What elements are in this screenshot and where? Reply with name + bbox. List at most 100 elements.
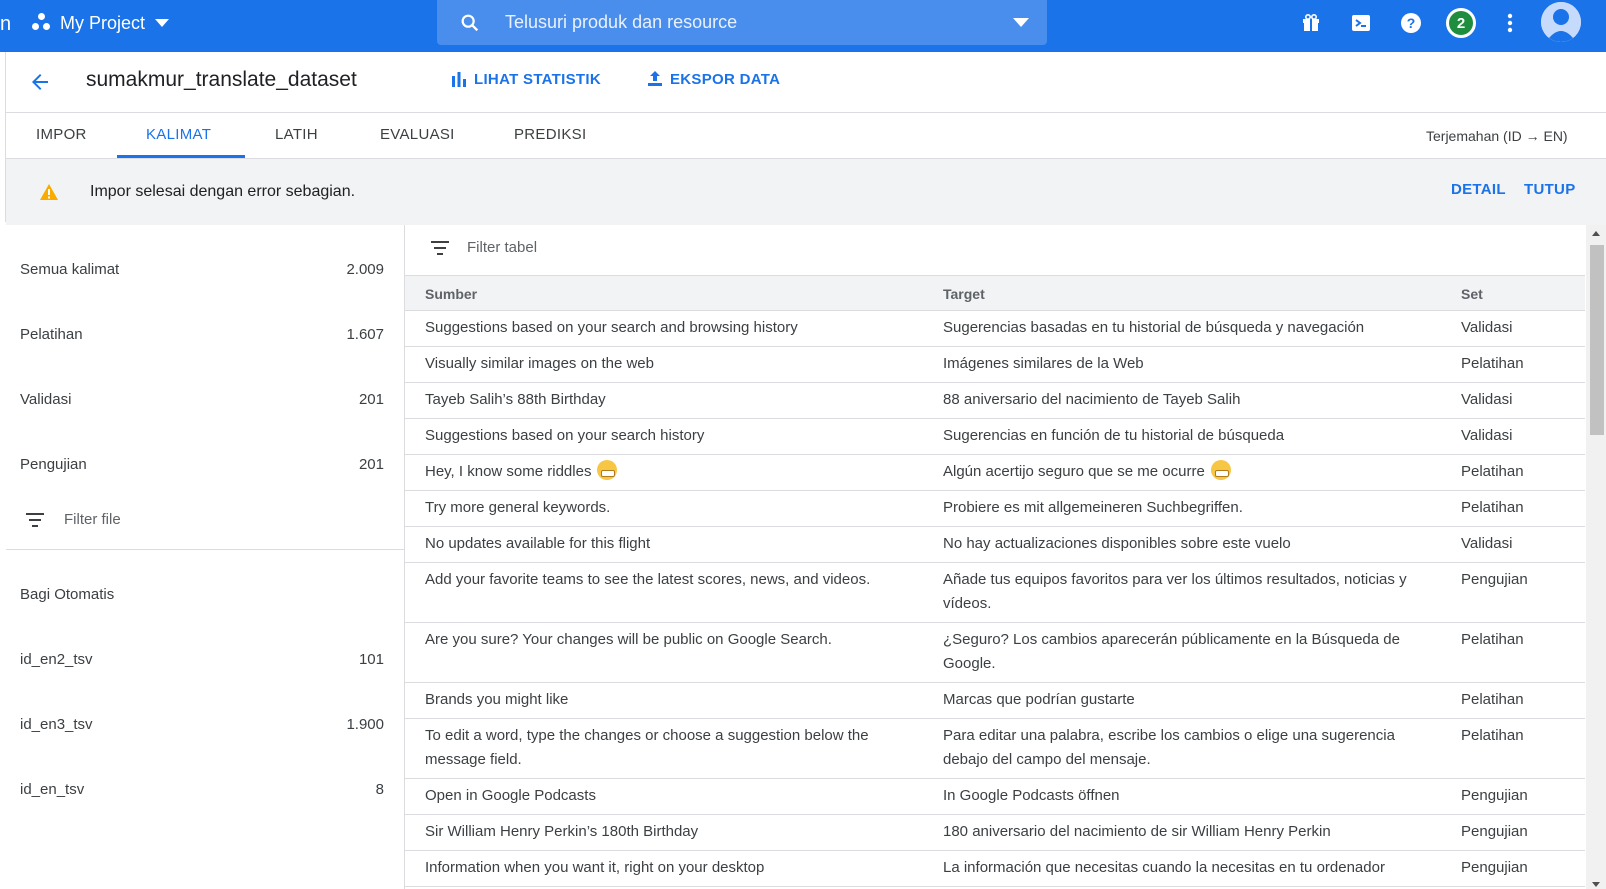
scroll-thumb[interactable] [1590,245,1604,435]
export-data-button[interactable]: EKSPOR DATA [646,70,780,88]
stat-testing[interactable]: Pengujian 201 [20,456,384,473]
bar-chart-icon [452,72,466,87]
cell-target: No hay actualizaciones disponibles sobre… [943,535,1291,552]
table-row[interactable]: Are you sure? Your changes will be publi… [405,623,1585,683]
table-row[interactable]: Information when you want it, right on y… [405,851,1585,887]
column-header-source[interactable]: Sumber [425,286,477,302]
scroll-up-icon[interactable] [1592,231,1600,236]
cloud-shell-icon[interactable] [1348,10,1374,36]
table-row[interactable]: Tayeb Salih’s 88th Birthday 88 aniversari… [405,383,1585,419]
file-value: 8 [375,781,384,798]
filter-icon [431,240,449,255]
chevron-down-icon [155,19,170,27]
cell-set: Pelatihan [1461,691,1524,708]
cell-target: Algún acertijo seguro que se me ocurre [943,460,1443,484]
column-header-target[interactable]: Target [943,286,985,302]
stat-value: 2.009 [346,261,384,278]
scrollbar[interactable] [1586,225,1606,889]
file-item-id-en3[interactable]: id_en3_tsv 1.900 [20,716,384,733]
project-icon [32,13,52,33]
file-label: id_en3_tsv [20,716,93,733]
table-row[interactable]: Sir William Henry Perkin’s 180th Birthda… [405,815,1585,851]
file-item-auto-split[interactable]: Bagi Otomatis [20,586,384,603]
table-row[interactable]: Hey, I know some riddles Algún acertijo s… [405,455,1585,491]
cell-target: Añade tus equipos favoritos para ver los… [943,571,1407,612]
table-row[interactable]: Brands you might like Marcas que podrían … [405,683,1585,719]
cell-source: Try more general keywords. [425,499,611,516]
stat-training[interactable]: Pelatihan 1.607 [20,326,384,343]
table-row[interactable]: No updates available for this flight No h… [405,527,1585,563]
cell-set: Pelatihan [1461,631,1524,648]
project-selector[interactable]: My Project [32,0,170,46]
view-stats-label: LIHAT STATISTIK [474,70,601,88]
filter-file-input[interactable]: Filter file [26,511,121,528]
view-stats-button[interactable]: LIHAT STATISTIK [450,70,601,88]
cell-set: Pengujian [1461,571,1528,588]
table-row[interactable]: To edit a word, type the changes or choo… [405,719,1585,779]
cell-set: Pengujian [1461,859,1528,876]
stat-label: Semua kalimat [20,261,120,278]
gift-icon[interactable] [1298,10,1324,36]
menu-edge-icon[interactable]: n [0,12,11,36]
cell-set: Validasi [1461,391,1513,408]
stat-label: Pelatihan [20,326,83,343]
file-value: 1.900 [346,716,384,733]
detail-button[interactable]: DETAIL [1451,181,1506,198]
export-data-label: EKSPOR DATA [670,70,781,88]
table-row[interactable]: Try more general keywords. Probiere es mi… [405,491,1585,527]
search-dropdown-icon[interactable] [1013,18,1029,27]
filter-file-placeholder: Filter file [64,511,121,528]
column-header-set[interactable]: Set [1461,286,1483,302]
table-row[interactable]: Open in Google Podcasts In Google Podcast… [405,779,1585,815]
avatar-icon[interactable] [1541,2,1581,42]
stat-value: 201 [358,391,384,408]
tab-evaluasi[interactable]: EVALUASI [380,126,455,143]
tab-kalimat[interactable]: KALIMAT [146,126,211,143]
cell-target: Imágenes similares de la Web [943,355,1144,372]
banner-message: Impor selesai dengan error sebagian. [90,183,356,200]
cell-source: No updates available for this flight [425,535,651,552]
sentences-table: Filter tabel Sumber Target Set Suggestio… [405,225,1585,889]
cell-target: La información que necesitas cuando la n… [943,859,1385,876]
stat-label: Validasi [20,391,72,408]
table-row[interactable]: Suggestions based on your search and bro… [405,311,1585,347]
close-banner-button[interactable]: TUTUP [1524,181,1576,198]
project-name: My Project [60,12,146,33]
cell-target: Sugerencias basadas en tu historial de b… [943,319,1365,336]
file-label: id_en2_tsv [20,651,93,668]
scroll-down-icon[interactable] [1592,882,1600,887]
file-item-id-en[interactable]: id_en_tsv 8 [20,781,384,798]
help-icon[interactable]: ? [1398,10,1424,36]
table-row[interactable]: Add your favorite teams to see the lates… [405,563,1585,623]
cell-source: Information when you want it, right on y… [425,859,765,876]
cell-source: Hey, I know some riddles [425,460,925,484]
divider [6,112,1606,113]
warning-icon [40,184,58,200]
file-item-id-en2[interactable]: id_en2_tsv 101 [20,651,384,668]
tab-latih[interactable]: LATIH [275,126,318,143]
tab-prediksi[interactable]: PREDIKSI [514,126,586,143]
table-row[interactable]: Suggestions based on your search history… [405,419,1585,455]
cell-source: Suggestions based on your search and bro… [425,319,798,336]
table-body: Suggestions based on your search and bro… [405,311,1585,887]
cell-set: Pelatihan [1461,463,1524,480]
page-title: sumakmur_translate_dataset [86,68,357,91]
search-input[interactable]: Telusuri produk dan resource [505,12,737,33]
tab-impor[interactable]: IMPOR [36,126,87,143]
cell-source: Suggestions based on your search history [425,427,705,444]
back-arrow-icon[interactable] [28,70,52,94]
svg-text:?: ? [1407,15,1416,31]
search-bar[interactable]: Telusuri produk dan resource [437,0,1047,45]
stat-all-sentences[interactable]: Semua kalimat 2.009 [20,261,384,278]
cell-source: Are you sure? Your changes will be publi… [425,631,832,648]
table-row[interactable]: Visually similar images on the web Imágen… [405,347,1585,383]
stat-validation[interactable]: Validasi 201 [20,391,384,408]
more-vert-icon[interactable] [1497,10,1523,36]
filter-table-input[interactable]: Filter tabel [431,239,537,256]
file-label: id_en_tsv [20,781,85,798]
cell-target: 88 aniversario del nacimiento de Tayeb S… [943,391,1241,408]
stat-label: Pengujian [20,456,87,473]
cell-source: Sir William Henry Perkin’s 180th Birthda… [425,823,699,840]
notifications-badge[interactable]: 2 [1446,8,1476,38]
search-icon [461,14,479,31]
